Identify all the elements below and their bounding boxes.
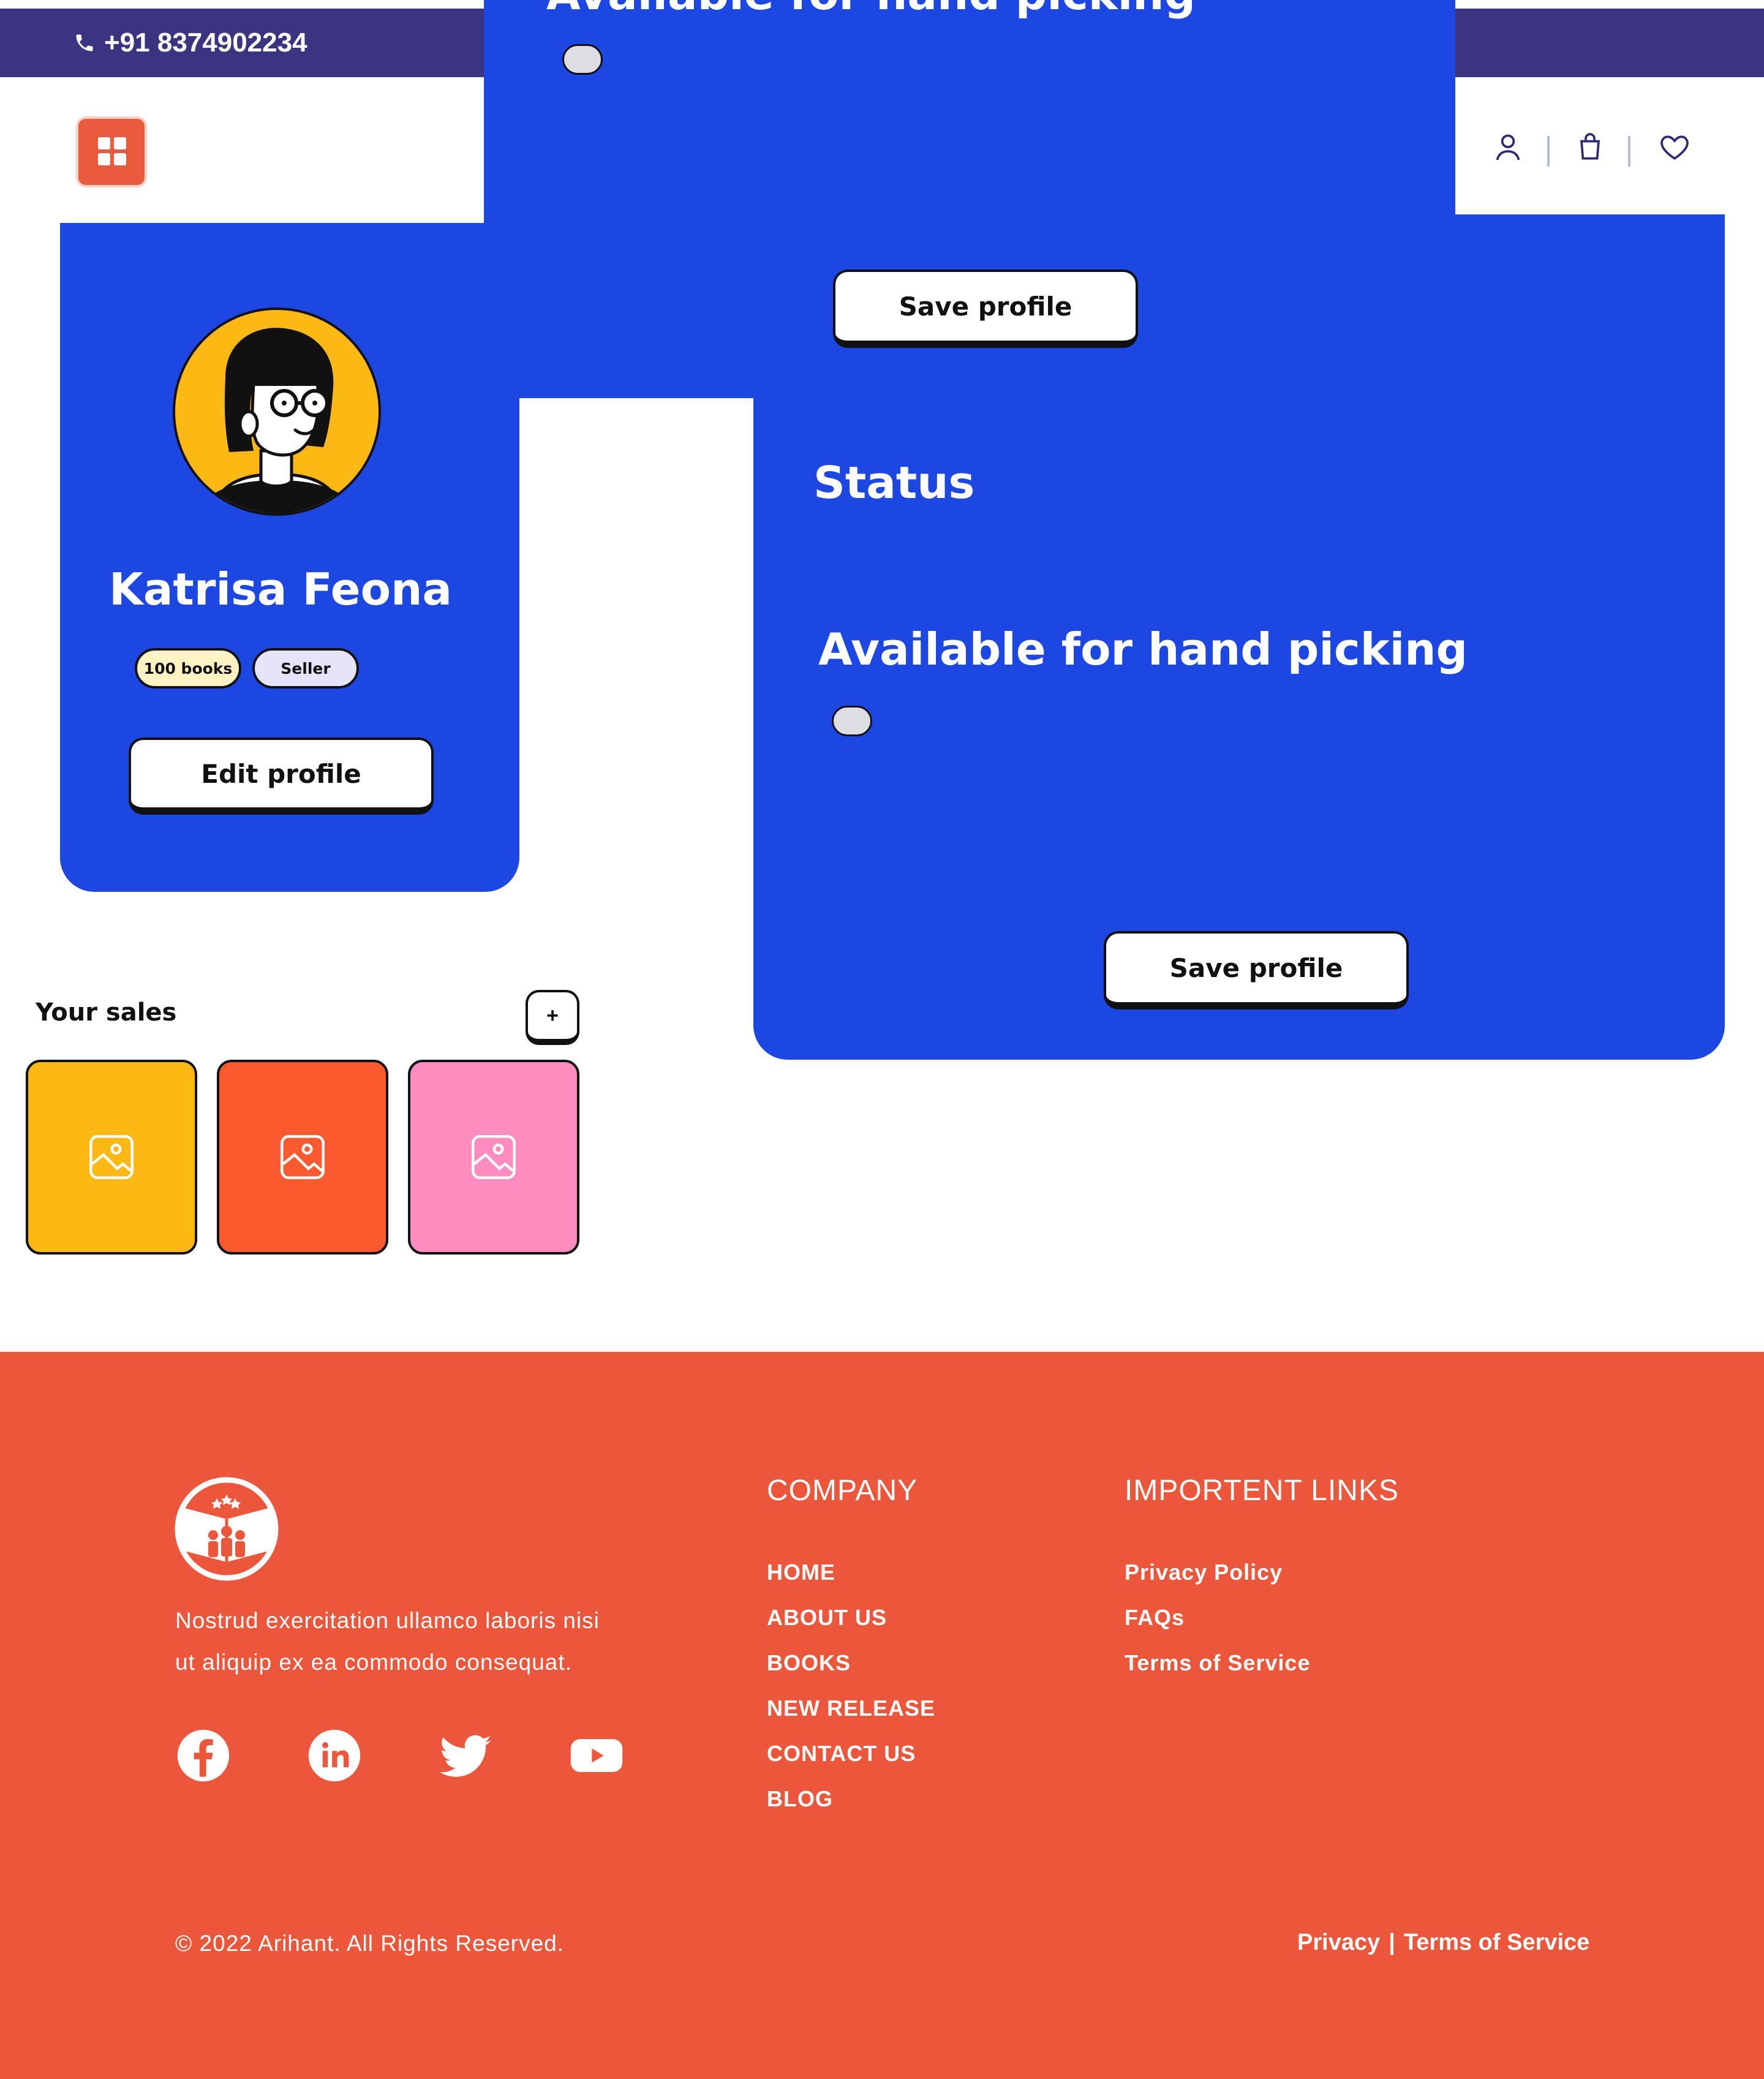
footer-link-new-release[interactable]: NEW RELEASE: [767, 1696, 935, 1721]
image-placeholder-icon: [281, 1135, 325, 1179]
important-links-heading: IMPORTENT LINKS: [1125, 1474, 1399, 1507]
save-profile-button-overlap[interactable]: Save profile: [833, 270, 1138, 348]
grid-app-icon: [98, 137, 126, 165]
brand-book-logo[interactable]: [174, 1476, 279, 1582]
user-icon[interactable]: [1491, 130, 1525, 164]
company-heading: COMPANY: [767, 1474, 918, 1507]
sale-tile[interactable]: [26, 1060, 197, 1255]
header-divider: [1628, 136, 1630, 167]
app-menu-button[interactable]: [76, 116, 147, 187]
heart-icon[interactable]: [1657, 130, 1692, 164]
status-panel-overlap-right: [1455, 214, 1725, 398]
sales-title: Your sales: [36, 998, 177, 1027]
youtube-icon[interactable]: [568, 1727, 625, 1784]
shopping-bag-icon[interactable]: [1573, 130, 1607, 164]
sale-tile[interactable]: [217, 1060, 388, 1255]
hand-picking-label-overlap: Available for hand picking: [546, 0, 1196, 18]
books-count-badge: 100 books: [135, 648, 241, 689]
image-placeholder-icon: [472, 1135, 516, 1179]
avatar: [173, 308, 381, 516]
save-profile-button[interactable]: Save profile: [1104, 931, 1409, 1009]
linkedin-icon[interactable]: [306, 1727, 363, 1784]
add-sale-button[interactable]: +: [526, 990, 579, 1045]
footer-link-faqs[interactable]: FAQs: [1125, 1605, 1185, 1631]
footer-link-books[interactable]: BOOKS: [767, 1650, 851, 1676]
status-title: Status: [813, 457, 975, 508]
phone-contact[interactable]: +91 8374902234: [74, 25, 307, 61]
bottom-privacy-link[interactable]: Privacy: [1297, 1930, 1380, 1956]
phone-number: +91 8374902234: [104, 28, 307, 58]
profile-name: Katrisa Feona: [109, 564, 452, 615]
bottom-terms-link[interactable]: Terms of Service: [1404, 1930, 1589, 1956]
footer-link-blog[interactable]: BLOG: [767, 1786, 833, 1812]
facebook-icon[interactable]: [175, 1727, 232, 1784]
twitter-icon[interactable]: [437, 1727, 494, 1784]
hand-picking-label: Available for hand picking: [818, 624, 1468, 675]
woman-avatar-illustration: [200, 328, 354, 513]
footer-bottom-links: Privacy | Terms of Service: [1297, 1930, 1589, 1956]
edit-profile-button[interactable]: Edit profile: [129, 738, 434, 815]
hand-picking-toggle-overlap[interactable]: [562, 44, 603, 75]
footer-tagline-line: Nostrud exercitation ullamco laboris nis…: [175, 1608, 600, 1633]
footer-link-terms[interactable]: Terms of Service: [1125, 1650, 1310, 1676]
footer-link-contact[interactable]: CONTACT US: [767, 1741, 916, 1767]
copyright: © 2022 Arihant. All Rights Reserved.: [175, 1931, 565, 1956]
phone-icon: [76, 34, 93, 51]
role-badge: Seller: [252, 648, 359, 689]
hand-picking-toggle[interactable]: [832, 706, 872, 736]
footer-tagline-line: ut aliquip ex ea commodo consequat.: [175, 1650, 572, 1675]
bottom-link-separator: |: [1389, 1930, 1395, 1955]
footer-link-home[interactable]: HOME: [767, 1560, 835, 1585]
header-divider: [1547, 136, 1550, 167]
footer-tagline: Nostrud exercitation ullamco laboris nis…: [175, 1600, 600, 1683]
image-placeholder-icon: [89, 1135, 134, 1179]
footer-link-privacy-policy[interactable]: Privacy Policy: [1125, 1560, 1283, 1585]
sale-tile[interactable]: [408, 1060, 579, 1255]
footer-link-about[interactable]: ABOUT US: [767, 1605, 887, 1631]
